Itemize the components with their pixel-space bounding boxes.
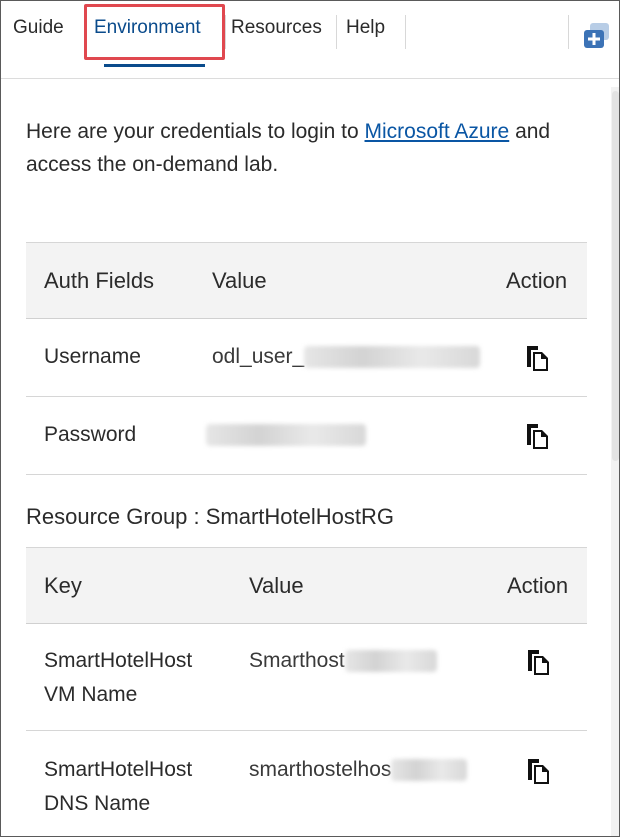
- copy-icon[interactable]: [524, 344, 550, 372]
- redacted-text: [344, 650, 437, 673]
- environment-panel: Guide Environment Resources Help Here ar…: [0, 0, 620, 837]
- tab-divider: [225, 15, 226, 49]
- table-header: Auth Fields Value Action: [26, 243, 587, 319]
- tab-bar: Guide Environment Resources Help: [1, 1, 619, 79]
- header-action: Action: [506, 268, 568, 293]
- copy-icon[interactable]: [525, 757, 551, 785]
- credentials-table: Auth Fields Value Action Username odl_us…: [26, 242, 587, 475]
- username-value: odl_user_: [212, 345, 481, 369]
- tab-guide[interactable]: Guide: [13, 17, 64, 39]
- tab-divider: [336, 15, 337, 49]
- header-value: Value: [249, 573, 304, 598]
- header-action: Action: [507, 573, 569, 598]
- copy-icon[interactable]: [525, 648, 551, 676]
- tab-resources[interactable]: Resources: [231, 17, 322, 39]
- header-auth-fields: Auth Fields: [44, 268, 155, 293]
- row-label-line2: DNS Name: [44, 792, 151, 815]
- row-label-line2: VM Name: [44, 683, 138, 706]
- vm-name-value: Smarthost: [249, 649, 437, 673]
- panel-add-icon[interactable]: [581, 22, 611, 50]
- scrollbar[interactable]: [611, 87, 619, 836]
- password-value: [206, 423, 366, 447]
- row-label-line1: SmartHotelHost: [44, 758, 193, 781]
- header-value: Value: [212, 268, 267, 293]
- vm-name-value-visible: Smarthost: [249, 649, 345, 672]
- username-value-visible: odl_user_: [212, 345, 305, 368]
- environment-tab-highlight: [84, 4, 225, 60]
- table-row: SmartHotelHost VM Name Smarthost: [26, 624, 587, 731]
- table-row: Password: [26, 397, 587, 475]
- tab-divider: [405, 15, 406, 49]
- copy-icon[interactable]: [524, 422, 550, 450]
- resource-group-table: Key Value Action SmartHotelHost VM Name S…: [26, 547, 587, 836]
- microsoft-azure-link[interactable]: Microsoft Azure: [365, 120, 510, 143]
- dns-name-value: smarthostelhos: [249, 758, 468, 782]
- header-key: Key: [44, 573, 82, 598]
- row-label: Username: [44, 345, 141, 368]
- redacted-text: [391, 759, 468, 782]
- table-row: SmartHotelHost DNS Name smarthostelhos: [26, 731, 587, 836]
- intro-text: Here are your credentials to login to Mi…: [26, 115, 596, 181]
- row-label-line1: SmartHotelHost: [44, 649, 193, 672]
- scrollbar-thumb[interactable]: [612, 91, 619, 461]
- table-row: Username odl_user_: [26, 319, 587, 397]
- table-header: Key Value Action: [26, 548, 587, 624]
- redacted-text: [206, 424, 366, 447]
- redacted-text: [304, 346, 481, 369]
- row-label: SmartHotelHost VM Name: [44, 644, 192, 712]
- intro-text-before: Here are your credentials to login to: [26, 120, 365, 143]
- tab-help[interactable]: Help: [346, 17, 385, 39]
- tab-divider: [568, 15, 569, 49]
- row-label: SmartHotelHost DNS Name: [44, 753, 192, 821]
- row-label: Password: [44, 423, 137, 446]
- active-tab-underline: [104, 64, 205, 67]
- dns-name-value-visible: smarthostelhos: [249, 758, 392, 781]
- resource-group-title: Resource Group : SmartHotelHostRG: [26, 504, 395, 529]
